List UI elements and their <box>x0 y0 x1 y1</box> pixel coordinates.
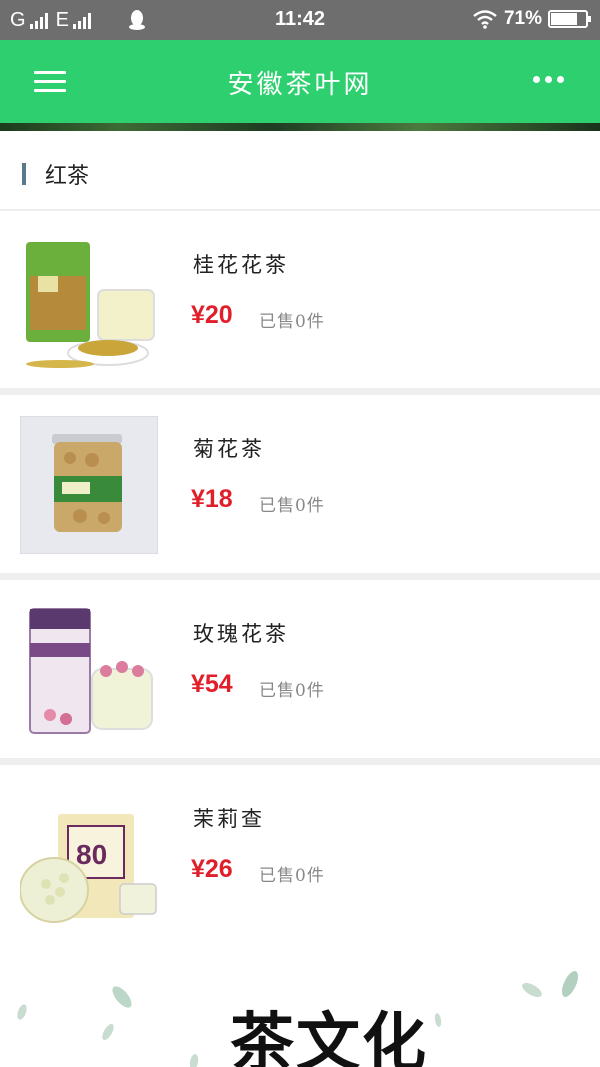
divider <box>0 758 600 765</box>
battery-percent: 71% <box>503 8 542 29</box>
product-image-jasmine[interactable]: 80 <box>20 792 158 930</box>
product-name: 桂花花茶 <box>193 253 289 277</box>
product-image-chrysanthemum[interactable] <box>20 416 158 554</box>
product-sold-count: 已售0件 <box>259 866 325 886</box>
page-title: 安徽茶叶网 <box>227 70 373 100</box>
product-price: ¥20 <box>191 301 233 329</box>
product-item[interactable]: 菊花茶 ¥18 已售0件 <box>0 395 600 572</box>
product-price: ¥26 <box>191 855 233 883</box>
status-right: 71% <box>472 8 591 30</box>
product-sold-count: 已售0件 <box>259 681 325 701</box>
product-name: 玫瑰花茶 <box>193 622 289 646</box>
svg-text:80: 80 <box>76 839 107 870</box>
more-icon[interactable] <box>533 76 564 83</box>
wifi-icon <box>473 10 497 29</box>
divider <box>0 388 600 395</box>
tea-culture-banner[interactable]: 茶文化 <box>0 952 600 1067</box>
footer-title: 茶文化 <box>230 1006 428 1067</box>
nav-bar: 安徽茶叶网 <box>0 40 600 123</box>
product-item[interactable]: 玫瑰花茶 ¥54 已售0件 <box>0 580 600 757</box>
banner-image[interactable] <box>0 123 600 131</box>
product-name: 茉莉查 <box>193 807 265 831</box>
product-price: ¥54 <box>191 670 233 698</box>
divider <box>0 573 600 580</box>
product-sold-count: 已售0件 <box>259 496 325 516</box>
product-price: ¥18 <box>191 485 233 513</box>
status-bar: G E 11:42 71% <box>0 0 600 40</box>
product-item[interactable]: 80 茉莉查 ¥26 已售0件 <box>0 765 600 942</box>
battery-icon <box>548 10 591 28</box>
section-accent-bar <box>22 163 26 185</box>
product-image-rose[interactable] <box>20 607 158 745</box>
product-name: 菊花茶 <box>193 437 265 461</box>
product-item[interactable]: 桂花花茶 ¥20 已售0件 <box>0 211 600 388</box>
section-title: 红茶 <box>45 164 90 189</box>
product-sold-count: 已售0件 <box>259 312 325 332</box>
section-header: 红茶 <box>0 131 600 211</box>
product-image-osmanthus[interactable] <box>20 238 158 376</box>
